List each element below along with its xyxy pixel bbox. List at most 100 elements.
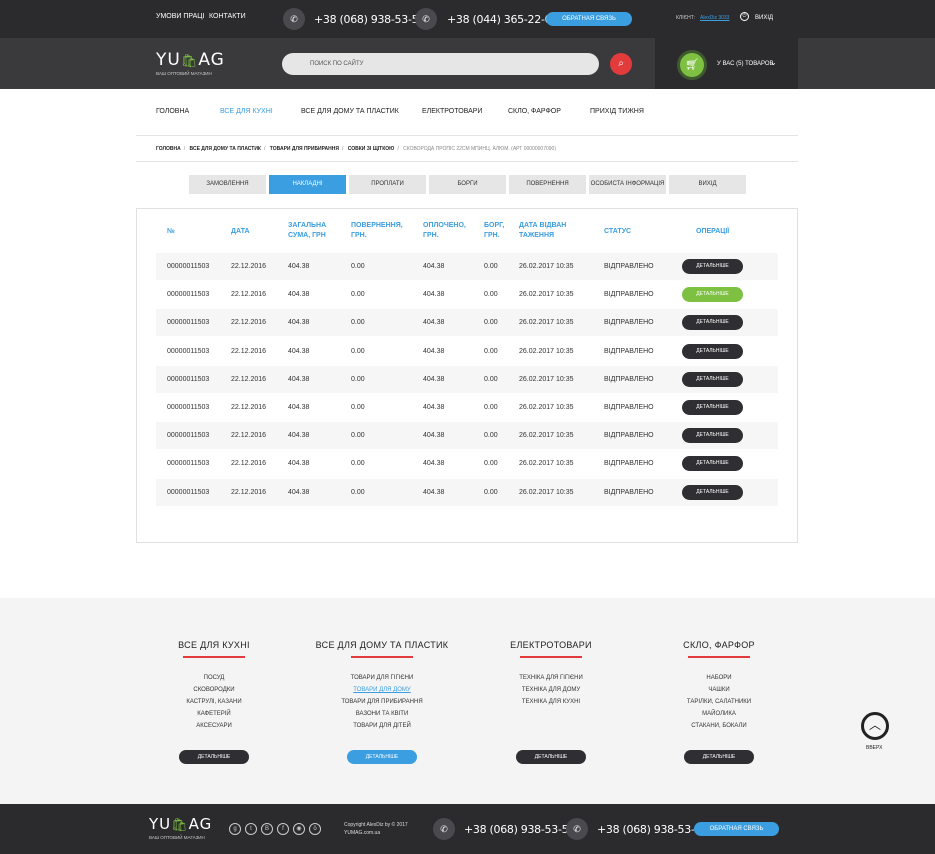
footer-link[interactable]: Техніка для дому	[461, 684, 641, 696]
cell-date: 22.12.2016	[231, 291, 267, 299]
footer-link[interactable]: Сковородки	[124, 684, 304, 696]
footer-link[interactable]: Техніка для гігієни	[461, 672, 641, 684]
cell-sum: 404.38	[288, 432, 310, 440]
cell-sum: 404.38	[288, 375, 310, 383]
breadcrumb-item[interactable]: Все для дому та пластик	[190, 146, 261, 152]
breadcrumb: Головна / Все для дому та пластик / Товари…	[156, 146, 556, 152]
breadcrumb-item[interactable]: Головна	[156, 146, 181, 152]
tab-debts[interactable]: Борги	[429, 175, 506, 194]
footer-category-title[interactable]: Скло, фарфор	[629, 640, 809, 650]
details-button[interactable]: Детальніше	[682, 484, 743, 500]
details-button[interactable]: Детальніше	[682, 400, 743, 415]
cart-icon[interactable]: 🛒︎	[677, 50, 707, 80]
nav-item-glass[interactable]: Скло, фарфор	[508, 108, 561, 115]
footer-callback-button[interactable]: Обратная связь	[694, 822, 779, 836]
cell-no: 00000011503	[167, 347, 210, 355]
details-button[interactable]: Детальніше	[682, 259, 743, 274]
column-header-paid: Оплочено, грн.	[423, 222, 466, 239]
cell-ret: 0.00	[351, 460, 365, 468]
nav-item-home-plastic[interactable]: Все для дому та пластик	[301, 108, 399, 115]
cell-paid: 404.38	[423, 263, 445, 270]
chevron-down-icon[interactable]: ⌄	[770, 58, 777, 67]
cell-ship: 26.02.2017 10:35	[519, 460, 574, 468]
footer-link[interactable]: Майолика	[629, 708, 809, 720]
logout-link[interactable]: Вихід	[755, 15, 773, 21]
logo[interactable]: YU🛍︎AG	[156, 50, 225, 70]
tab-orders[interactable]: Замовлення	[189, 175, 266, 194]
footer-link[interactable]: Чашки	[629, 684, 809, 696]
footer-category-title[interactable]: Все для дому та пластик	[292, 640, 472, 650]
breadcrumb-current: Сковорода Пропіс 22см мпинц. алюм. (арт …	[403, 146, 556, 152]
footer-link[interactable]: Аксесуари	[124, 720, 304, 732]
nav-item-home[interactable]: Головна	[156, 108, 189, 115]
footer-logo[interactable]: YU🛍︎AG	[149, 815, 212, 833]
cell-sum: 404.38	[288, 347, 310, 355]
footer-details-button[interactable]: Детальніше	[179, 750, 249, 764]
footer-link[interactable]: Посуд	[124, 672, 304, 684]
details-button[interactable]: Детальніше	[682, 315, 743, 331]
search-icon[interactable]: ⌕	[610, 53, 632, 75]
cell-debt: 0.00	[484, 404, 498, 411]
cell-paid: 404.38	[423, 291, 445, 299]
footer-link[interactable]: Товари для прибирання	[292, 696, 472, 708]
twitter-icon[interactable]: t	[245, 823, 257, 835]
footer-details-button[interactable]: Детальніше	[516, 750, 586, 764]
details-button[interactable]: Детальніше	[682, 371, 743, 387]
google-plus-icon[interactable]: g	[229, 823, 241, 835]
cell-sum: 404.38	[288, 319, 310, 327]
footer-link[interactable]: Набори	[629, 672, 809, 684]
facebook-icon[interactable]: f	[277, 823, 289, 835]
search-input[interactable]: Поиск по сайту	[282, 53, 599, 75]
breadcrumb-item[interactable]: Совки зі щіткою	[348, 146, 395, 152]
nav-link-contacts[interactable]: Контакти	[209, 13, 246, 20]
footer-link[interactable]: Каструлі, казани	[124, 696, 304, 708]
callback-button[interactable]: Обратная связь	[546, 12, 632, 26]
tab-exit[interactable]: Вихід	[669, 175, 746, 194]
details-button[interactable]: Детальніше	[682, 456, 743, 472]
footer-link[interactable]: Тарілки, салатники	[629, 696, 809, 708]
footer-link[interactable]: Техніка для кухні	[461, 696, 641, 708]
logo-bag-icon: 🛍︎	[180, 54, 199, 69]
footer-link[interactable]: Товари для гігієни	[292, 672, 472, 684]
cell-paid: 404.38	[423, 319, 445, 327]
nav-item-electro[interactable]: Електротовари	[422, 108, 482, 115]
nav-item-weekly[interactable]: Прихід тижня	[590, 108, 644, 115]
column-header-operations: Операції	[696, 228, 730, 235]
cell-ship: 26.02.2017 10:35	[519, 319, 574, 327]
column-header-status: Статус	[604, 228, 632, 235]
vk-icon[interactable]: B	[261, 823, 273, 835]
cell-ship: 26.02.2017 10:35	[519, 375, 574, 383]
cell-debt: 0.00	[484, 291, 498, 299]
details-button[interactable]: Детальніше	[682, 428, 743, 444]
footer-link[interactable]: Вазони та квіти	[292, 708, 472, 720]
footer-details-button[interactable]: Детальніше	[347, 750, 417, 764]
footer-link[interactable]: Кафетерій	[124, 708, 304, 720]
nav-link-work-conditions[interactable]: Умови праці	[156, 13, 204, 20]
arrow-up-icon[interactable]: ︿	[861, 712, 889, 740]
footer-link[interactable]: Товари для дітей	[292, 720, 472, 732]
footer-link[interactable]: Стакани, бокали	[629, 720, 809, 732]
breadcrumb-item[interactable]: Товари для прибирання	[270, 146, 339, 152]
details-button[interactable]: Детальніше	[682, 343, 743, 359]
footer-category-title[interactable]: Все для кухні	[124, 640, 304, 650]
footer-details-button[interactable]: Детальніше	[684, 750, 754, 764]
footer-category-title[interactable]: Електротовари	[461, 640, 641, 650]
details-button[interactable]: Детальніше	[682, 287, 743, 303]
cart-summary[interactable]: У вас (5) товаров	[717, 61, 774, 67]
cell-ret: 0.00	[351, 319, 365, 327]
tab-payments[interactable]: Проплати	[349, 175, 426, 194]
cell-paid: 404.38	[423, 460, 445, 468]
odnoklassniki-icon[interactable]: ö	[309, 823, 321, 835]
client-name-link[interactable]: AlexDiz 3033	[700, 15, 729, 21]
tab-invoices[interactable]: Накладні	[269, 175, 346, 194]
tab-returns[interactable]: Повернення	[509, 175, 586, 194]
divider	[136, 161, 798, 162]
cell-debt: 0.00	[484, 432, 498, 440]
top-bar: Умови праці Контакти ✆ +38 (068) 938-53-…	[0, 0, 935, 38]
nav-item-kitchen[interactable]: Все для кухні	[220, 108, 273, 115]
rss-icon[interactable]: ◉	[293, 823, 305, 835]
tab-personal-info[interactable]: Особиста інформація	[589, 175, 666, 194]
footer-link[interactable]: Товари для дому	[292, 684, 472, 696]
back-to-top-label[interactable]: Вверх	[866, 745, 882, 751]
cell-date: 22.12.2016	[231, 404, 267, 411]
